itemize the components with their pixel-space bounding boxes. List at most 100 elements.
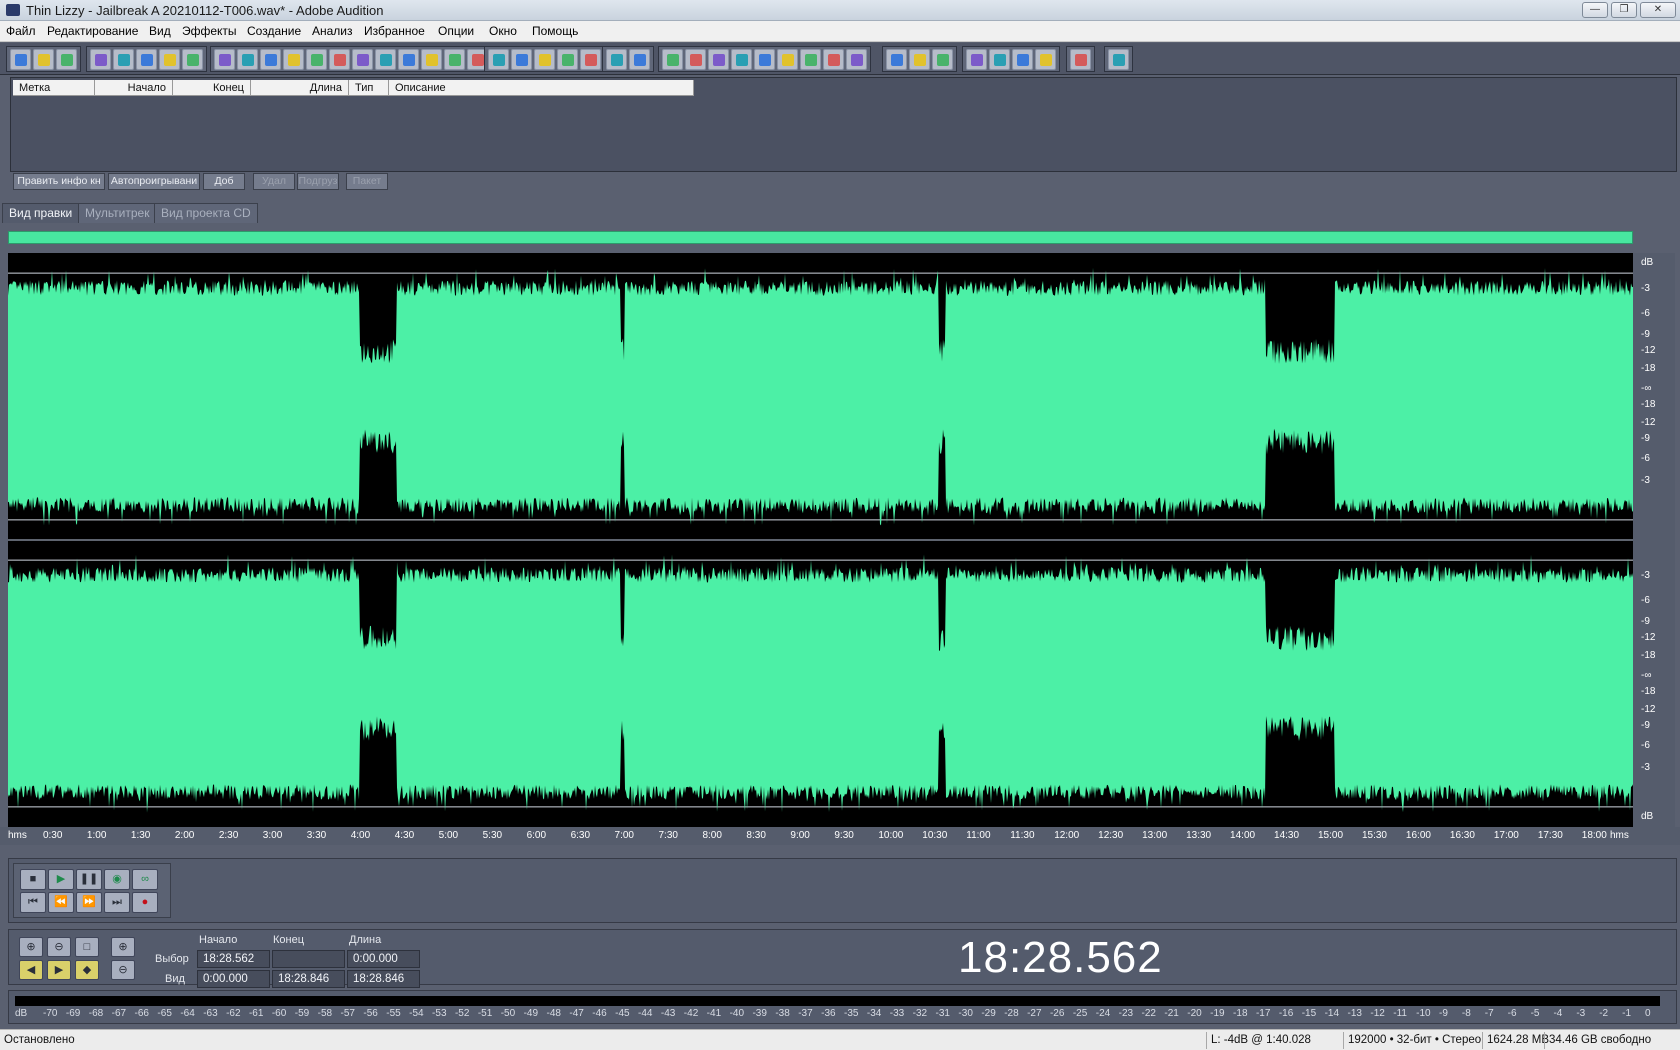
amplify-icon[interactable] xyxy=(966,49,987,70)
info-icon[interactable] xyxy=(777,49,798,70)
menu-help[interactable]: Помощь xyxy=(532,24,578,38)
zoom-full-icon[interactable]: □ xyxy=(75,937,99,957)
tab-edit-view[interactable]: Вид правки xyxy=(2,203,80,223)
multitrack-icon[interactable] xyxy=(1070,49,1091,70)
stop-icon[interactable]: ■ xyxy=(20,869,46,890)
zoom-right-icon[interactable]: ▶ xyxy=(47,960,71,980)
edit-cd-info-button[interactable]: Править инфо кн xyxy=(13,173,105,190)
meter-tick-label: -23 xyxy=(1118,1008,1134,1019)
pause-icon[interactable]: ❚❚ xyxy=(76,869,102,890)
cd-icon[interactable] xyxy=(1108,49,1129,70)
maximize-button[interactable]: ❐ xyxy=(1611,2,1637,18)
zoom-out-icon[interactable]: ⊖ xyxy=(47,937,71,957)
col-marker[interactable]: Метка xyxy=(13,80,95,96)
spectral-icon[interactable] xyxy=(444,49,465,70)
repeat-icon[interactable] xyxy=(260,49,281,70)
mono-icon[interactable] xyxy=(534,49,555,70)
menu-effects[interactable]: Эффекты xyxy=(182,24,237,38)
eq-icon[interactable] xyxy=(886,49,907,70)
cue-icon[interactable] xyxy=(606,49,627,70)
load-marker-button[interactable]: Подгруз xyxy=(297,173,339,190)
loop-play-icon[interactable]: ∞ xyxy=(132,869,158,890)
noise-icon[interactable] xyxy=(909,49,930,70)
col-type[interactable]: Тип xyxy=(349,80,389,96)
grid-icon[interactable] xyxy=(754,49,775,70)
settings-icon[interactable] xyxy=(800,49,821,70)
menu-edit[interactable]: Редактирование xyxy=(47,24,138,38)
col-start[interactable]: Начало xyxy=(95,80,173,96)
marker-icon[interactable] xyxy=(629,49,650,70)
save-all-icon[interactable] xyxy=(182,49,203,70)
paste-icon[interactable] xyxy=(352,49,373,70)
play-icon[interactable] xyxy=(685,49,706,70)
col-description[interactable]: Описание xyxy=(389,80,694,96)
help-icon[interactable] xyxy=(846,49,867,70)
trim-icon[interactable] xyxy=(421,49,442,70)
sel-length-field[interactable]: 0:00.000 xyxy=(347,950,420,968)
rewind-icon[interactable]: ⏪ xyxy=(48,892,74,913)
effects-icon[interactable] xyxy=(823,49,844,70)
new-file-icon[interactable] xyxy=(90,49,111,70)
play-icon[interactable]: ▶ xyxy=(48,869,74,890)
waveform-icon[interactable] xyxy=(1035,49,1056,70)
filter-icon[interactable] xyxy=(932,49,953,70)
add-marker-button[interactable]: Доб xyxy=(203,173,245,190)
analyze-icon[interactable] xyxy=(989,49,1010,70)
cursor-icon[interactable] xyxy=(557,49,578,70)
autoplay-button[interactable]: Автопроигрывани xyxy=(108,173,200,190)
save-icon[interactable] xyxy=(136,49,157,70)
zoom-in-icon[interactable]: ⊕ xyxy=(19,937,43,957)
save-as-icon[interactable] xyxy=(159,49,180,70)
menu-favorites[interactable]: Избранное xyxy=(364,24,425,38)
go-to-start-icon[interactable]: ⏮ xyxy=(20,892,46,913)
zoom-in-vertical-icon[interactable]: ⊕ xyxy=(111,937,135,957)
col-end[interactable]: Конец xyxy=(173,80,251,96)
overview-bar[interactable] xyxy=(8,231,1633,244)
zoom-out-vertical-icon[interactable]: ⊖ xyxy=(111,960,135,980)
waveform-display[interactable] xyxy=(8,253,1633,827)
pan-icon[interactable] xyxy=(511,49,532,70)
multitrack-icon[interactable] xyxy=(33,49,54,70)
stats-icon[interactable] xyxy=(1012,49,1033,70)
tab-cd-project[interactable]: Вид проекта CD xyxy=(154,203,258,223)
open-icon[interactable] xyxy=(113,49,134,70)
waveform-icon[interactable] xyxy=(10,49,31,70)
time-icon[interactable] xyxy=(731,49,752,70)
fast-forward-icon[interactable]: ⏩ xyxy=(76,892,102,913)
paste-new-icon[interactable] xyxy=(375,49,396,70)
menu-view[interactable]: Вид xyxy=(149,24,171,38)
view-start-field[interactable]: 0:00.000 xyxy=(197,970,270,988)
view-length-field[interactable]: 18:28.846 xyxy=(347,970,420,988)
undo-icon[interactable] xyxy=(214,49,235,70)
close-button[interactable]: ✕ xyxy=(1640,2,1676,18)
sel-end-field[interactable] xyxy=(272,950,345,968)
zoom-left-icon[interactable]: ◀ xyxy=(19,960,43,980)
play-to-end-icon[interactable]: ◉ xyxy=(104,869,130,890)
menu-generate[interactable]: Создание xyxy=(247,24,301,38)
loop-icon[interactable] xyxy=(662,49,683,70)
menu-file[interactable]: Файл xyxy=(6,24,36,38)
cd-icon[interactable] xyxy=(56,49,77,70)
mix-paste-icon[interactable] xyxy=(398,49,419,70)
record-icon[interactable]: ● xyxy=(132,892,158,913)
tab-multitrack[interactable]: Мультитрек xyxy=(78,203,157,223)
toolbar-group xyxy=(86,46,207,72)
menu-window[interactable]: Окно xyxy=(489,24,517,38)
selection-icon[interactable] xyxy=(580,49,601,70)
copy-icon[interactable] xyxy=(283,49,304,70)
go-to-end-icon[interactable]: ⏭ xyxy=(104,892,130,913)
minimize-button[interactable]: — xyxy=(1582,2,1608,18)
col-length[interactable]: Длина xyxy=(251,80,349,96)
copy-new-icon[interactable] xyxy=(306,49,327,70)
delete-marker-button[interactable]: Удал xyxy=(253,173,295,190)
menu-options[interactable]: Опции xyxy=(438,24,474,38)
freq-icon[interactable] xyxy=(488,49,509,70)
zoom-icon[interactable] xyxy=(708,49,729,70)
cut-icon[interactable] xyxy=(329,49,350,70)
zoom-selection-icon[interactable]: ◆ xyxy=(75,960,99,980)
sel-start-field[interactable]: 18:28.562 xyxy=(197,950,270,968)
view-end-field[interactable]: 18:28.846 xyxy=(272,970,345,988)
menu-analyze[interactable]: Анализ xyxy=(312,24,353,38)
redo-icon[interactable] xyxy=(237,49,258,70)
batch-button[interactable]: Пакет xyxy=(346,173,388,190)
